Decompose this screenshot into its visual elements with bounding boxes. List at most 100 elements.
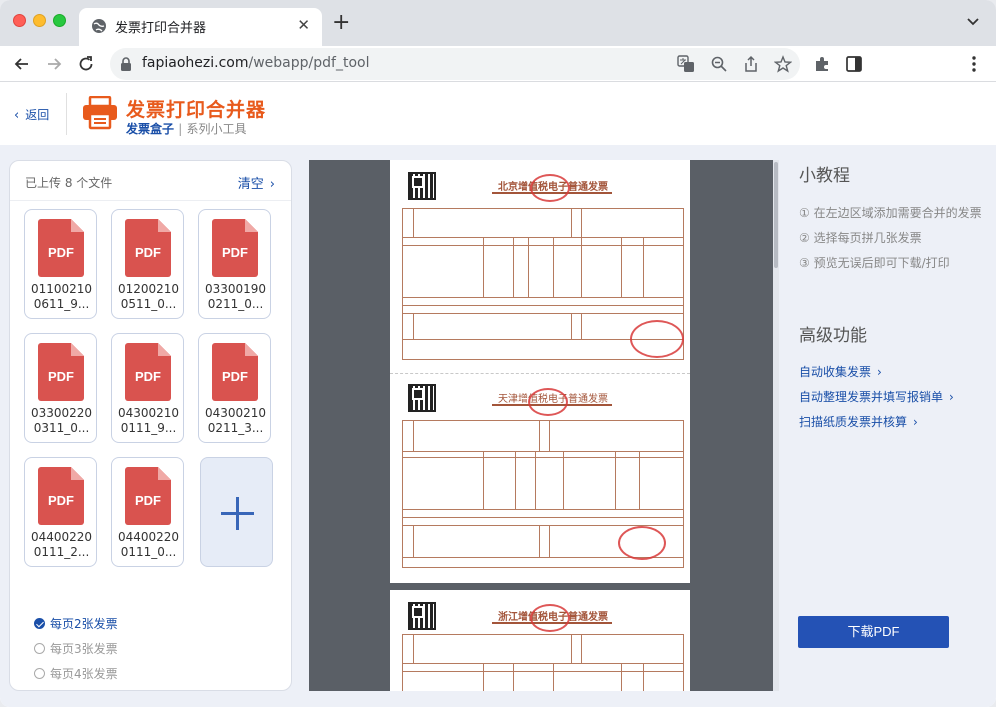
radio-check-icon	[34, 618, 45, 629]
file-panel: 已上传 8 个文件 清空 › PDF 011002100611_9... PDF 012…	[9, 160, 292, 691]
header-divider	[66, 93, 67, 135]
invoice-preview-1: 北京增值税电子普通发票	[396, 160, 684, 370]
file-tile[interactable]: PDF 044002200111_0...	[111, 457, 184, 567]
advanced-title: 高级功能	[799, 326, 867, 346]
tutorial-step-2: ② 选择每页拼几张发票	[799, 231, 922, 245]
qr-code-icon	[408, 172, 436, 200]
uploaded-count: 已上传 8 个文件	[25, 176, 113, 190]
bookmark-star-icon[interactable]	[774, 55, 792, 73]
download-pdf-button[interactable]: 下载PDF	[798, 616, 949, 648]
close-window-button[interactable]	[13, 14, 26, 27]
web-page: ‹ 返回 发票打印合并器 发票盒子 | 系列小工具 已上传 8 个文件 清空›	[0, 83, 996, 707]
svg-text:PDF: PDF	[135, 245, 161, 260]
app-header: ‹ 返回 发票打印合并器 发票盒子 | 系列小工具	[0, 83, 996, 145]
file-tile[interactable]: PDF 043002100111_9...	[111, 333, 184, 443]
svg-text:PDF: PDF	[135, 369, 161, 384]
app-content: 已上传 8 个文件 清空 › PDF 011002100611_9... PDF 012…	[0, 145, 996, 707]
browser-tab[interactable]: 发票打印合并器 ✕	[79, 8, 322, 46]
share-icon[interactable]	[742, 55, 760, 73]
sidepanel-icon[interactable]	[844, 54, 864, 74]
tutorial-title: 小教程	[799, 166, 850, 186]
radio-icon	[34, 643, 45, 654]
svg-text:PDF: PDF	[222, 369, 248, 384]
back-label: 返回	[25, 108, 50, 122]
chevron-down-icon[interactable]	[966, 15, 980, 29]
menu-kebab-icon[interactable]	[964, 54, 984, 74]
forward-arrow-icon[interactable]	[44, 54, 64, 74]
zoom-icon[interactable]	[710, 55, 728, 73]
chevron-right-icon: ›	[949, 390, 954, 404]
reload-icon[interactable]	[76, 54, 96, 74]
clear-button[interactable]: 清空 ›	[238, 173, 275, 192]
svg-text:PDF: PDF	[48, 493, 74, 508]
svg-text:PDF: PDF	[222, 245, 248, 260]
option-4-per-page[interactable]: 每页4张发票	[34, 665, 118, 682]
brand-line: 发票盒子 | 系列小工具	[126, 122, 247, 136]
add-file-button[interactable]	[200, 457, 273, 567]
tutorial-step-3: ③ 预览无误后即可下载/打印	[799, 256, 950, 270]
chevron-right-icon: ›	[913, 415, 918, 429]
svg-text:PDF: PDF	[48, 369, 74, 384]
tax-seal-icon	[528, 388, 568, 416]
link-scan-paper[interactable]: 扫描纸质发票并核算 ›	[799, 413, 918, 430]
file-name: 043002100111_9...	[117, 406, 180, 435]
option-3-per-page[interactable]: 每页3张发票	[34, 640, 118, 657]
invoice-preview-2: 天津增值税电子普通发票	[396, 376, 684, 583]
browser-window: 发票打印合并器 ✕ + fapiaohezi.com/webapp/pdf_to…	[0, 0, 996, 707]
extensions-icon[interactable]	[813, 54, 833, 74]
pdf-file-icon: PDF	[125, 219, 171, 277]
option-2-per-page[interactable]: 每页2张发票	[34, 615, 118, 632]
back-arrow-icon[interactable]	[12, 54, 32, 74]
qr-code-icon	[408, 384, 436, 412]
file-name: 044002200111_2...	[30, 530, 93, 559]
seller-stamp-icon	[618, 526, 666, 560]
pdf-file-icon: PDF	[38, 219, 84, 277]
invoice-preview-3: 浙江增值税电子普通发票	[396, 590, 684, 691]
link-auto-organize[interactable]: 自动整理发票并填写报销单 ›	[799, 388, 954, 405]
chevron-left-icon: ‹	[14, 108, 20, 123]
file-name: 033002200311_0...	[30, 406, 93, 435]
address-bar[interactable]: fapiaohezi.com/webapp/pdf_tool	[110, 48, 800, 80]
scrollbar-thumb[interactable]	[774, 162, 778, 268]
globe-icon	[92, 19, 106, 33]
translate-icon[interactable]	[677, 55, 695, 73]
pdf-file-icon: PDF	[212, 343, 258, 401]
back-button[interactable]: ‹ 返回	[14, 106, 49, 123]
seller-stamp-icon	[630, 320, 684, 358]
tutorial-step-1: ① 在左边区域添加需要合并的发票	[799, 206, 982, 220]
pdf-file-icon: PDF	[38, 467, 84, 525]
chevron-right-icon: ›	[269, 177, 275, 192]
file-tile[interactable]: PDF 012002100511_0...	[111, 209, 184, 319]
preview-scrollbar[interactable]	[773, 160, 779, 691]
tax-seal-icon	[530, 604, 570, 632]
close-tab-icon[interactable]: ✕	[297, 16, 310, 34]
preview-sheet: 浙江增值税电子普通发票	[390, 590, 690, 691]
browser-toolbar: fapiaohezi.com/webapp/pdf_tool	[0, 46, 996, 82]
minimize-window-button[interactable]	[33, 14, 46, 27]
file-tile[interactable]: PDF 033001900211_0...	[198, 209, 271, 319]
qr-code-icon	[408, 602, 436, 630]
maximize-window-button[interactable]	[53, 14, 66, 27]
url-text: fapiaohezi.com/webapp/pdf_tool	[142, 55, 370, 71]
file-name: 033001900211_0...	[204, 282, 267, 311]
file-tile[interactable]: PDF 033002200311_0...	[24, 333, 97, 443]
radio-icon	[34, 668, 45, 679]
file-tile[interactable]: PDF 011002100611_9...	[24, 209, 97, 319]
pdf-preview[interactable]: 北京增值税电子普通发票 天津增值税电子普通发票 浙江增值税电子普通发票	[309, 160, 773, 691]
file-tile[interactable]: PDF 043002100211_3...	[198, 333, 271, 443]
printer-logo-icon	[83, 96, 117, 130]
new-tab-button[interactable]: +	[332, 12, 350, 34]
pdf-file-icon: PDF	[212, 219, 258, 277]
invoice-table	[402, 634, 684, 691]
file-name: 012002100511_0...	[117, 282, 180, 311]
chevron-right-icon: ›	[877, 365, 882, 379]
file-name: 011002100611_9...	[30, 282, 93, 311]
pdf-file-icon: PDF	[125, 467, 171, 525]
file-tile[interactable]: PDF 044002200111_2...	[24, 457, 97, 567]
panel-divider	[10, 200, 291, 201]
link-auto-collect[interactable]: 自动收集发票 ›	[799, 363, 882, 380]
tab-title: 发票打印合并器	[115, 21, 207, 36]
file-name: 044002200111_0...	[117, 530, 180, 559]
pdf-file-icon: PDF	[38, 343, 84, 401]
lock-icon[interactable]	[120, 57, 132, 71]
